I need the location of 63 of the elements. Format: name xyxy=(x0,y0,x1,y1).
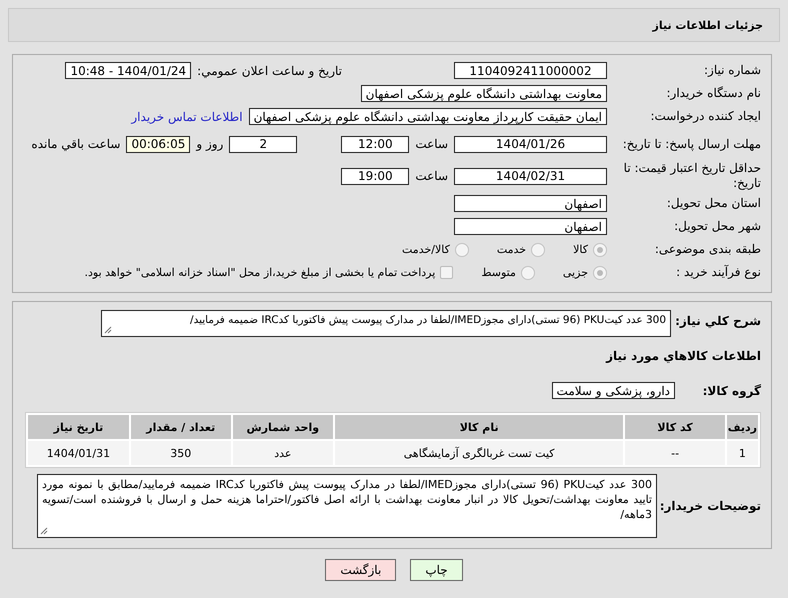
page-title: جزئیات اطلاعات نیاز xyxy=(652,18,763,32)
radio-button[interactable] xyxy=(454,242,469,256)
radio-label: متوسط xyxy=(481,266,516,279)
column-header: کد کالا xyxy=(625,415,725,439)
radio-label: کالا xyxy=(573,243,588,256)
field-label: شهر محل تحویل: xyxy=(673,219,761,234)
table-cell: -- xyxy=(625,441,725,465)
checkbox-label: پرداخت تمام یا بخشی از مبلغ خرید،از محل "اسناد خزانه اسلامی" خواهد بود. xyxy=(84,266,436,279)
radio-button[interactable] xyxy=(593,266,607,280)
column-header: ردیف xyxy=(726,415,758,439)
radio-label: کالا/خدمت xyxy=(402,243,450,256)
remaining-time-field: 00:06:05 xyxy=(126,136,190,152)
field-label: گروه کالا: xyxy=(702,384,761,398)
resize-grip-icon[interactable] xyxy=(104,326,112,334)
table-cell: 1 xyxy=(726,441,758,465)
column-header: تاریخ نیاز xyxy=(28,415,129,439)
print-button[interactable]: چاپ xyxy=(410,559,463,581)
field-label: توضیحات خریدار: xyxy=(663,499,761,513)
radio-label: خدمت xyxy=(496,243,526,256)
time-label: ساعت xyxy=(415,137,448,151)
time-field: 19:00 xyxy=(341,168,410,184)
checkbox[interactable] xyxy=(440,266,454,279)
resize-grip-icon[interactable] xyxy=(40,527,48,535)
field-label: نوع فرآیند خرید : xyxy=(675,265,761,280)
requester-field: ایمان حقیقت کارپرداز معاونت بهداشتی دانشگاه علوم پزشکی اصفهان xyxy=(248,108,607,125)
radio-button[interactable] xyxy=(531,242,546,256)
buyer-notes-field: 300 عدد کیتPKU (96 تستی)دارای مجوزIMED/لطفا در مدارک پیوست پیش فاکتوربا کدIRC ضمیمه فرمایید/مطابق با نمونه مورد تایید معاونت بهداشت/تحویل کالا در انبار معاونت بهداشت با ارائه اصل فاکتور/احتراما هزینه حمل و ارسال با فروشنده است/تسویه 3ماهه/ xyxy=(37,474,657,538)
date-field: 1404/01/26 xyxy=(454,136,607,152)
date-field: 1404/02/31 xyxy=(454,168,607,184)
field-label: ایجاد کننده درخواست: xyxy=(649,109,761,124)
field-label: شرح کلي نیاز: xyxy=(677,313,761,328)
column-header: تعداد / مقدار xyxy=(130,415,231,439)
table-cell: 1404/01/31 xyxy=(28,441,129,465)
radio-label: جزیی xyxy=(562,266,588,279)
section-heading: اطلاعات کالاهاي مورد نیاز xyxy=(604,349,761,363)
field-label: تاریخ و ساعت اعلان عمومي: xyxy=(197,64,342,78)
buyer-field: معاونت بهداشتی دانشگاه علوم پزشکی اصفهان xyxy=(360,85,607,102)
need-number-field: 1104092411000002 xyxy=(454,62,607,79)
field-label: نام دستگاه خریدار: xyxy=(666,86,761,101)
remaining-label: ساعت باقي مانده xyxy=(31,137,120,151)
days-label: روز و xyxy=(196,137,224,151)
city-field: اصفهان xyxy=(454,218,607,235)
field-label: استان محل تحویل: xyxy=(666,196,761,211)
field-label: حداقل تاریخ اعتبار قیمت: تا تاریخ: xyxy=(622,161,761,191)
time-field: 12:00 xyxy=(341,136,410,152)
field-label: مهلت ارسال پاسخ: تا تاریخ: xyxy=(622,136,761,152)
column-header: نام کالا xyxy=(334,415,624,439)
contact-link[interactable]: اطلاعات تماس خریدار xyxy=(131,110,243,124)
table-cell: 350 xyxy=(130,441,231,465)
column-header: واحد شمارش xyxy=(232,415,333,439)
days-field: 2 xyxy=(229,136,298,152)
radio-button[interactable] xyxy=(593,242,607,256)
time-label: ساعت xyxy=(415,169,448,183)
back-button[interactable]: بازگشت xyxy=(325,559,396,581)
table-cell: عدد xyxy=(232,441,333,465)
table-cell: کیت تست غربالگری آزمایشگاهی xyxy=(334,441,624,465)
field-label: طبقه بندی موضوعی: xyxy=(654,242,761,257)
province-field: اصفهان xyxy=(454,195,607,212)
group-field: دارو، پزشکی و سلامت xyxy=(552,382,675,399)
field-label: شماره نیاز: xyxy=(703,63,761,78)
description-field: 300 عدد کیتPKU (96 تستی)دارای مجوزIMED/لطفا در مدارک پیوست پیش فاکتوربا کدIRC ضمیمه فرمایید/ xyxy=(101,310,671,337)
announce-date-field: 1404/01/24 - 10:48 xyxy=(65,62,192,79)
radio-button[interactable] xyxy=(520,266,535,280)
